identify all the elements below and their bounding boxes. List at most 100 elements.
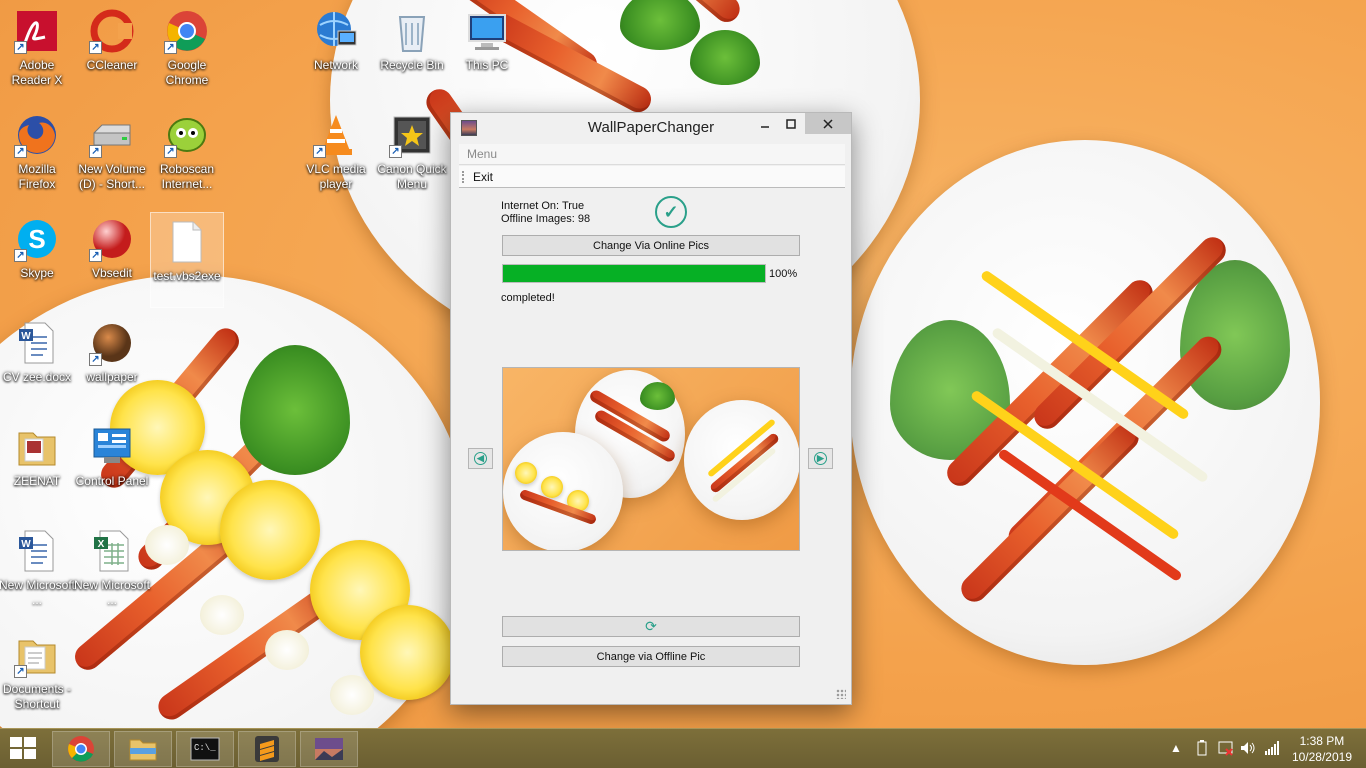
- maximize-button[interactable]: [777, 113, 805, 134]
- desktop-icon-label: New Microsoft ...: [0, 578, 76, 607]
- desktop-icon-label: Network: [313, 58, 358, 72]
- excel-doc-icon: X: [89, 528, 135, 574]
- toolbar-grip: [462, 171, 464, 183]
- exit-label[interactable]: Exit: [473, 170, 493, 184]
- vbsedit-icon: ↗: [89, 216, 135, 262]
- desktop-icon-mozilla-firefox[interactable]: ↗ Mozilla Firefox: [0, 106, 74, 202]
- image-icon: ↗: [89, 320, 135, 366]
- network-signal-icon[interactable]: [1264, 740, 1280, 759]
- progress-bar-fill: [503, 265, 765, 282]
- desktop-icon-label: Mozilla Firefox: [18, 162, 56, 191]
- desktop-icon-new-word-doc[interactable]: W New Microsoft ...: [0, 522, 76, 618]
- wallpaper-plate-right: [850, 140, 1320, 665]
- desktop-icon-new-volume[interactable]: ↗ New Volume (D) - Short...: [75, 106, 149, 202]
- adobe-reader-icon: ↗: [14, 8, 60, 54]
- desktop-icon-label: Google Chrome: [165, 58, 209, 87]
- desktop-icon-new-excel-doc[interactable]: X New Microsoft ...: [74, 522, 150, 618]
- next-image-button[interactable]: ▶: [808, 448, 833, 469]
- desktop-icon-roboscan[interactable]: ↗ Roboscan Internet...: [150, 106, 224, 202]
- wallpaper-preview-image: [502, 367, 800, 551]
- window-titlebar[interactable]: WallPaperChanger: [451, 113, 851, 142]
- desktop-icon-google-chrome[interactable]: ↗ Google Chrome: [150, 2, 224, 98]
- recycle-bin-icon: [389, 8, 435, 54]
- computer-icon: [464, 8, 510, 54]
- refresh-button[interactable]: ⟳: [502, 616, 800, 637]
- taskbar-sublime-text[interactable]: [238, 731, 296, 767]
- menu-bar[interactable]: Menu: [459, 144, 845, 165]
- close-icon: [823, 118, 833, 129]
- minimize-button[interactable]: [751, 113, 779, 134]
- desktop-icon-wallpaper[interactable]: ↗ wallpaper: [75, 314, 149, 410]
- change-via-online-pics-button[interactable]: Change Via Online Pics: [502, 235, 800, 256]
- taskbar-wallpaperchanger[interactable]: [300, 731, 358, 767]
- desktop-icon-this-pc[interactable]: This PC: [450, 2, 524, 98]
- taskbar-command-prompt[interactable]: C:\_: [176, 731, 234, 767]
- folder-icon: [14, 424, 60, 470]
- maximize-icon: [786, 118, 796, 129]
- desktop-icon-label: Skype: [20, 266, 54, 280]
- desktop-icon-label: VLC media player: [306, 162, 366, 191]
- desktop-icon-control-panel[interactable]: Control Panel: [75, 418, 149, 514]
- clock-time: 1:38 PM: [1299, 734, 1345, 748]
- folder-icon: [129, 739, 157, 761]
- taskbar-file-explorer[interactable]: [114, 731, 172, 767]
- change-via-offline-pic-button[interactable]: Change via Offline Pic: [502, 646, 800, 667]
- sublime-text-icon: [255, 736, 279, 762]
- progress-bar: [502, 264, 766, 283]
- terminal-icon: C:\_: [190, 737, 220, 761]
- start-button[interactable]: [10, 737, 38, 761]
- desktop-icon-label: CV zee.docx: [2, 370, 72, 384]
- menu-label[interactable]: Menu: [467, 147, 497, 161]
- desktop-icon-zeenat[interactable]: ZEENAT: [0, 418, 74, 514]
- desktop-icon-ccleaner[interactable]: ↗ CCleaner: [75, 2, 149, 98]
- skype-icon: S ↗: [14, 216, 60, 262]
- desktop-icon-skype[interactable]: S ↗ Skype: [0, 210, 74, 306]
- ccleaner-icon: ↗: [89, 8, 135, 54]
- chrome-icon: [68, 736, 94, 762]
- desktop-icon-label: Recycle Bin: [380, 58, 444, 72]
- wallpaperchanger-window: WallPaperChanger Menu Exit Internet On: …: [450, 112, 852, 705]
- network-icon: [313, 8, 359, 54]
- svg-text:S: S: [28, 224, 45, 254]
- action-center-icon[interactable]: [1218, 740, 1234, 759]
- desktop-icon-vbsedit[interactable]: ↗ Vbsedit: [75, 210, 149, 306]
- svg-text:X: X: [98, 539, 105, 550]
- vlc-icon: ↗: [313, 112, 359, 158]
- firefox-icon: ↗: [14, 112, 60, 158]
- show-hidden-icons[interactable]: ▲: [1170, 741, 1182, 755]
- resize-grip[interactable]: [836, 689, 846, 699]
- refresh-icon: ⟳: [645, 618, 657, 634]
- taskbar-chrome[interactable]: [52, 731, 110, 767]
- chrome-icon: ↗: [164, 8, 210, 54]
- canon-icon: ↗: [389, 112, 435, 158]
- clock-date: 10/28/2019: [1291, 750, 1352, 764]
- exit-menu-item[interactable]: Exit: [459, 166, 845, 188]
- battery-icon[interactable]: [1196, 740, 1208, 759]
- status-text: completed!: [501, 292, 555, 304]
- drive-icon: ↗: [89, 112, 135, 158]
- desktop-icon-documents-shortcut[interactable]: ↗ Documents - Shortcut: [0, 626, 74, 722]
- svg-text:W: W: [21, 539, 31, 550]
- desktop-icon-network[interactable]: Network: [299, 2, 373, 98]
- wallpaperchanger-icon: [315, 738, 343, 760]
- taskbar: C:\_ ▲ 1:38 PM 10/28/2019: [0, 728, 1366, 768]
- desktop-icon-canon-quick-menu[interactable]: ↗ Canon Quick Menu: [375, 106, 449, 202]
- desktop-icon-label: New Volume (D) - Short...: [78, 162, 146, 191]
- svg-text:W: W: [21, 331, 31, 342]
- offline-images-count: Offline Images: 98: [501, 213, 591, 225]
- desktop-icon-recycle-bin[interactable]: Recycle Bin: [375, 2, 449, 98]
- close-button[interactable]: [805, 113, 851, 134]
- desktop-icon-vlc[interactable]: ↗ VLC media player: [299, 106, 373, 202]
- volume-icon[interactable]: [1240, 740, 1256, 759]
- arrow-right-icon: ▶: [814, 452, 827, 465]
- control-panel-icon: [89, 424, 135, 470]
- desktop-icon-adobe-reader[interactable]: ↗ Adobe Reader X: [0, 2, 74, 98]
- desktop-icon-label: CCleaner: [86, 58, 138, 72]
- desktop-icon-label: ZEENAT: [13, 474, 61, 488]
- desktop-icon-label: Control Panel: [75, 474, 149, 488]
- minimize-icon: [761, 125, 769, 128]
- system-clock[interactable]: 1:38 PM 10/28/2019: [1292, 733, 1352, 765]
- previous-image-button[interactable]: ◀: [468, 448, 493, 469]
- desktop-icon-cv-zee[interactable]: W CV zee.docx: [0, 314, 74, 410]
- desktop-icon-test-vbs2exe[interactable]: test.vbs2exe: [150, 212, 224, 308]
